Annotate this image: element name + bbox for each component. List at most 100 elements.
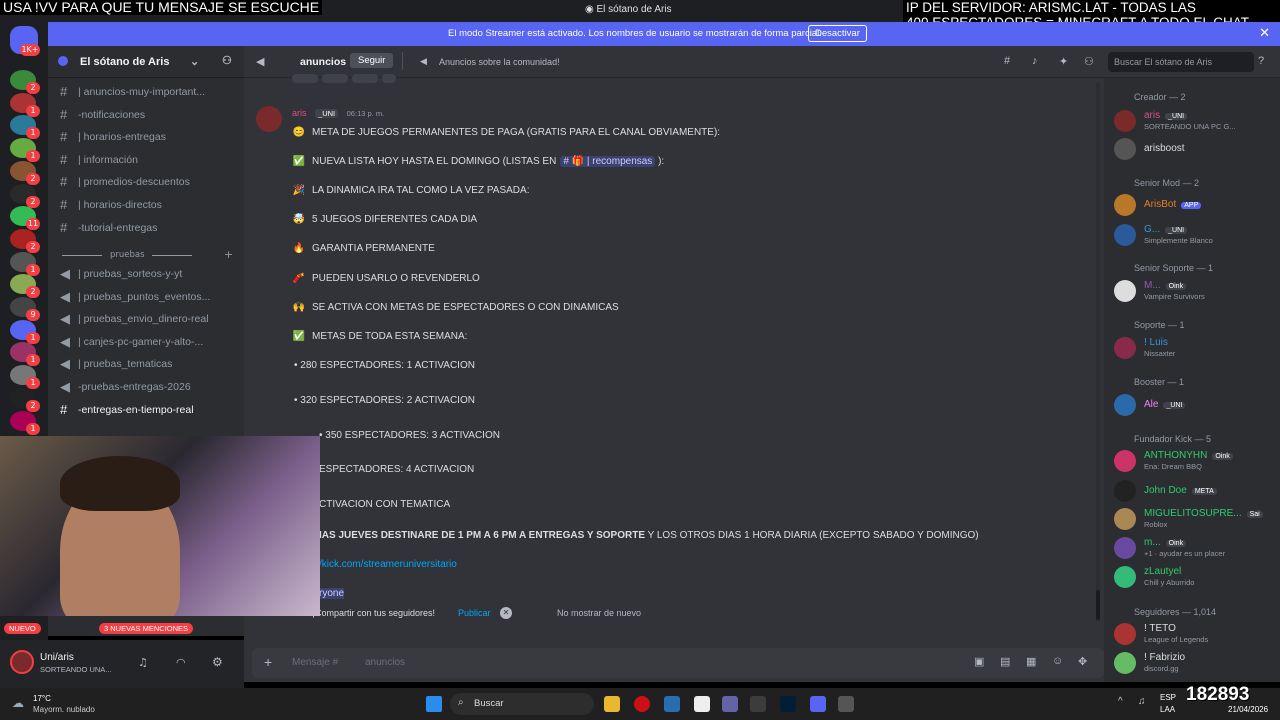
member-item[interactable]: ANTHONYHN Oink Ena: Dream BBQ bbox=[1114, 448, 1278, 474]
app-icon[interactable] bbox=[664, 696, 680, 712]
schedule-line: IAS JUEVES DESTINARE DE 1 PM A 6 PM A EN… bbox=[319, 530, 979, 541]
gift-icon[interactable]: ▣ bbox=[974, 655, 984, 668]
photoshop-icon[interactable] bbox=[780, 696, 796, 712]
channel-item[interactable]: # | horarios-directos bbox=[56, 195, 240, 215]
document-icon[interactable] bbox=[694, 696, 710, 712]
teams-icon[interactable] bbox=[722, 696, 738, 712]
unread-badge: 1 bbox=[26, 377, 40, 390]
reactions-row[interactable] bbox=[292, 74, 432, 84]
member-item[interactable]: aris _UNI SORTEANDO UNA PC G... bbox=[1114, 108, 1278, 134]
add-reaction-icon[interactable] bbox=[382, 74, 396, 83]
channel-item[interactable]: ◀ | canjes-pc-gamer-y-alto-... bbox=[56, 332, 240, 352]
emoji-icon[interactable]: ☺ bbox=[1052, 655, 1063, 667]
close-icon[interactable]: ✕ bbox=[1259, 25, 1270, 41]
add-channel-icon[interactable]: + bbox=[224, 248, 233, 261]
headphones-icon[interactable]: ◠ bbox=[176, 656, 186, 669]
channel-item[interactable]: # | anuncios-muy-important... bbox=[56, 82, 240, 102]
store-icon[interactable] bbox=[750, 696, 766, 712]
windows-start-icon[interactable] bbox=[426, 696, 442, 712]
member-item[interactable]: M... Oink Vampire Survivors bbox=[1114, 278, 1278, 304]
settings-gear-icon[interactable]: ⚙ bbox=[212, 655, 223, 669]
publish-link[interactable]: Publicar bbox=[458, 608, 491, 618]
channel-item[interactable]: ◀ -pruebas-entregas-2026 bbox=[56, 377, 240, 397]
member-avatar bbox=[1114, 337, 1136, 359]
channel-item[interactable]: # -notificaciones bbox=[56, 105, 240, 125]
channel-mention[interactable]: # 🎁 | recompensas bbox=[560, 156, 656, 167]
gif-icon[interactable]: ▤ bbox=[1000, 655, 1010, 668]
member-item[interactable]: arisboost bbox=[1114, 136, 1278, 162]
server-header[interactable]: El sótano de Aris ⌄ ⚇ bbox=[48, 46, 244, 78]
discord-taskbar-icon[interactable] bbox=[810, 696, 826, 712]
channel-item[interactable]: # -entregas-en-tiempo-real bbox=[56, 400, 240, 420]
member-item[interactable]: ! Luis Nissaxter bbox=[1114, 335, 1278, 361]
reaction-1[interactable] bbox=[292, 74, 318, 83]
member-item[interactable]: Ale _UNI bbox=[1114, 392, 1278, 418]
kick-link[interactable]: /kick.com/streameruniversitario bbox=[319, 559, 457, 570]
bullet-item: • 280 ESPECTADORES: 1 ACTIVACION bbox=[294, 360, 475, 371]
member-item[interactable]: ArisBot APP bbox=[1114, 192, 1278, 218]
member-item[interactable]: G... _UNI Simplemente Blanco bbox=[1114, 222, 1278, 248]
unread-badge: 1 bbox=[26, 422, 40, 435]
line-text: LA DINAMICA IRA TAL COMO LA VEZ PASADA: bbox=[312, 185, 530, 196]
apps-icon[interactable]: ✥ bbox=[1078, 655, 1087, 668]
close-icon[interactable]: ✕ bbox=[500, 607, 512, 619]
sticker-icon[interactable]: ▦ bbox=[1026, 655, 1036, 668]
lang-label[interactable]: ESP bbox=[1160, 693, 1176, 702]
clock-date[interactable]: 21/04/2026 bbox=[1228, 705, 1268, 714]
reaction-3[interactable] bbox=[352, 74, 378, 83]
tray-mic-icon[interactable]: ♫ bbox=[1138, 696, 1146, 707]
author-name[interactable]: aris bbox=[292, 108, 307, 118]
channel-item[interactable]: # | promedios-descuentos bbox=[56, 172, 240, 192]
author-avatar[interactable] bbox=[256, 106, 282, 132]
chat-scrollbar[interactable] bbox=[1096, 82, 1100, 622]
threads-icon[interactable]: # bbox=[1004, 55, 1010, 67]
search-bar[interactable]: Buscar El sótano de Aris bbox=[1108, 52, 1254, 72]
member-avatar bbox=[1114, 537, 1136, 559]
scroll-thumb[interactable] bbox=[1096, 590, 1100, 620]
member-item[interactable]: ! TETO League of Legends bbox=[1114, 621, 1278, 647]
add-attachment-icon[interactable]: + bbox=[264, 654, 272, 670]
line-text: METAS DE TODA ESTA SEMANA: bbox=[312, 331, 468, 342]
channel-item[interactable]: ◀ | pruebas_tematicas bbox=[56, 354, 240, 374]
member-item[interactable]: ! Fabrizio discord.gg bbox=[1114, 650, 1278, 676]
microphone-icon[interactable]: ♫ bbox=[138, 656, 148, 669]
reaction-2[interactable] bbox=[322, 74, 348, 83]
message-composer[interactable]: + Mensaje # anuncios ▣ ▤ ▦ ☺ ✥ bbox=[252, 648, 1104, 678]
member-item[interactable]: zLautyel Chill y Aburrido bbox=[1114, 564, 1278, 590]
bell-icon[interactable]: ♪ bbox=[1032, 55, 1038, 67]
pin-icon[interactable]: ✦ bbox=[1059, 55, 1068, 68]
unread-badge: 11 bbox=[26, 218, 40, 231]
help-icon[interactable]: ? bbox=[1258, 55, 1264, 67]
search-placeholder: Buscar El sótano de Aris bbox=[1114, 57, 1213, 67]
channel-item[interactable]: ◀ | pruebas_sorteos-y-yt bbox=[56, 264, 240, 284]
file-explorer-icon[interactable] bbox=[604, 696, 620, 712]
deactivate-button[interactable]: Desactivar bbox=[808, 25, 867, 42]
composer-channel: anuncios bbox=[365, 657, 406, 668]
line-text: META DE JUEGOS PERMANENTES DE PAGA (GRAT… bbox=[312, 127, 721, 138]
dismiss-link[interactable]: No mostrar de nuevo bbox=[557, 608, 641, 618]
channel-item[interactable]: ◀ | pruebas_puntos_eventos... bbox=[56, 287, 240, 307]
channel-item[interactable]: # -tutorial-entregas bbox=[56, 218, 240, 238]
user-avatar[interactable] bbox=[10, 650, 34, 674]
channel-item[interactable]: # | horarios-entregas bbox=[56, 127, 240, 147]
unread-badge: 2 bbox=[26, 286, 40, 299]
category-header[interactable]: pruebas + bbox=[62, 248, 233, 262]
follow-button[interactable]: Seguir bbox=[350, 53, 394, 68]
taskbar-search[interactable]: ⌕ Buscar bbox=[450, 693, 594, 715]
everyone-mention[interactable]: ryone bbox=[319, 588, 345, 599]
member-status: Ena: Dream BBQ bbox=[1144, 462, 1202, 471]
opera-icon[interactable] bbox=[634, 696, 650, 712]
region-label[interactable]: LAA bbox=[1160, 705, 1175, 714]
member-item[interactable]: John Doe META bbox=[1114, 478, 1278, 504]
channel-item[interactable]: ◀ | pruebas_envio_dinero-real bbox=[56, 309, 240, 329]
add-member-icon[interactable]: ⚇ bbox=[222, 54, 232, 67]
new-badge[interactable]: NUEVO bbox=[4, 623, 41, 634]
member-item[interactable]: m... Oink +1 · ayudar es un placer bbox=[1114, 535, 1278, 561]
tray-chevron-icon[interactable]: ^ bbox=[1118, 696, 1123, 707]
member-item[interactable]: MIGUELITOSUPRE... Sai Roblox bbox=[1114, 506, 1278, 532]
obs-icon[interactable] bbox=[838, 696, 854, 712]
member-category: Seguidores — 1,014 bbox=[1134, 607, 1217, 617]
channel-item[interactable]: # | información bbox=[56, 150, 240, 170]
member-list-icon[interactable]: ⚇ bbox=[1084, 55, 1094, 68]
mentions-pill[interactable]: 3 NUEVAS MENCIONES bbox=[99, 623, 194, 634]
